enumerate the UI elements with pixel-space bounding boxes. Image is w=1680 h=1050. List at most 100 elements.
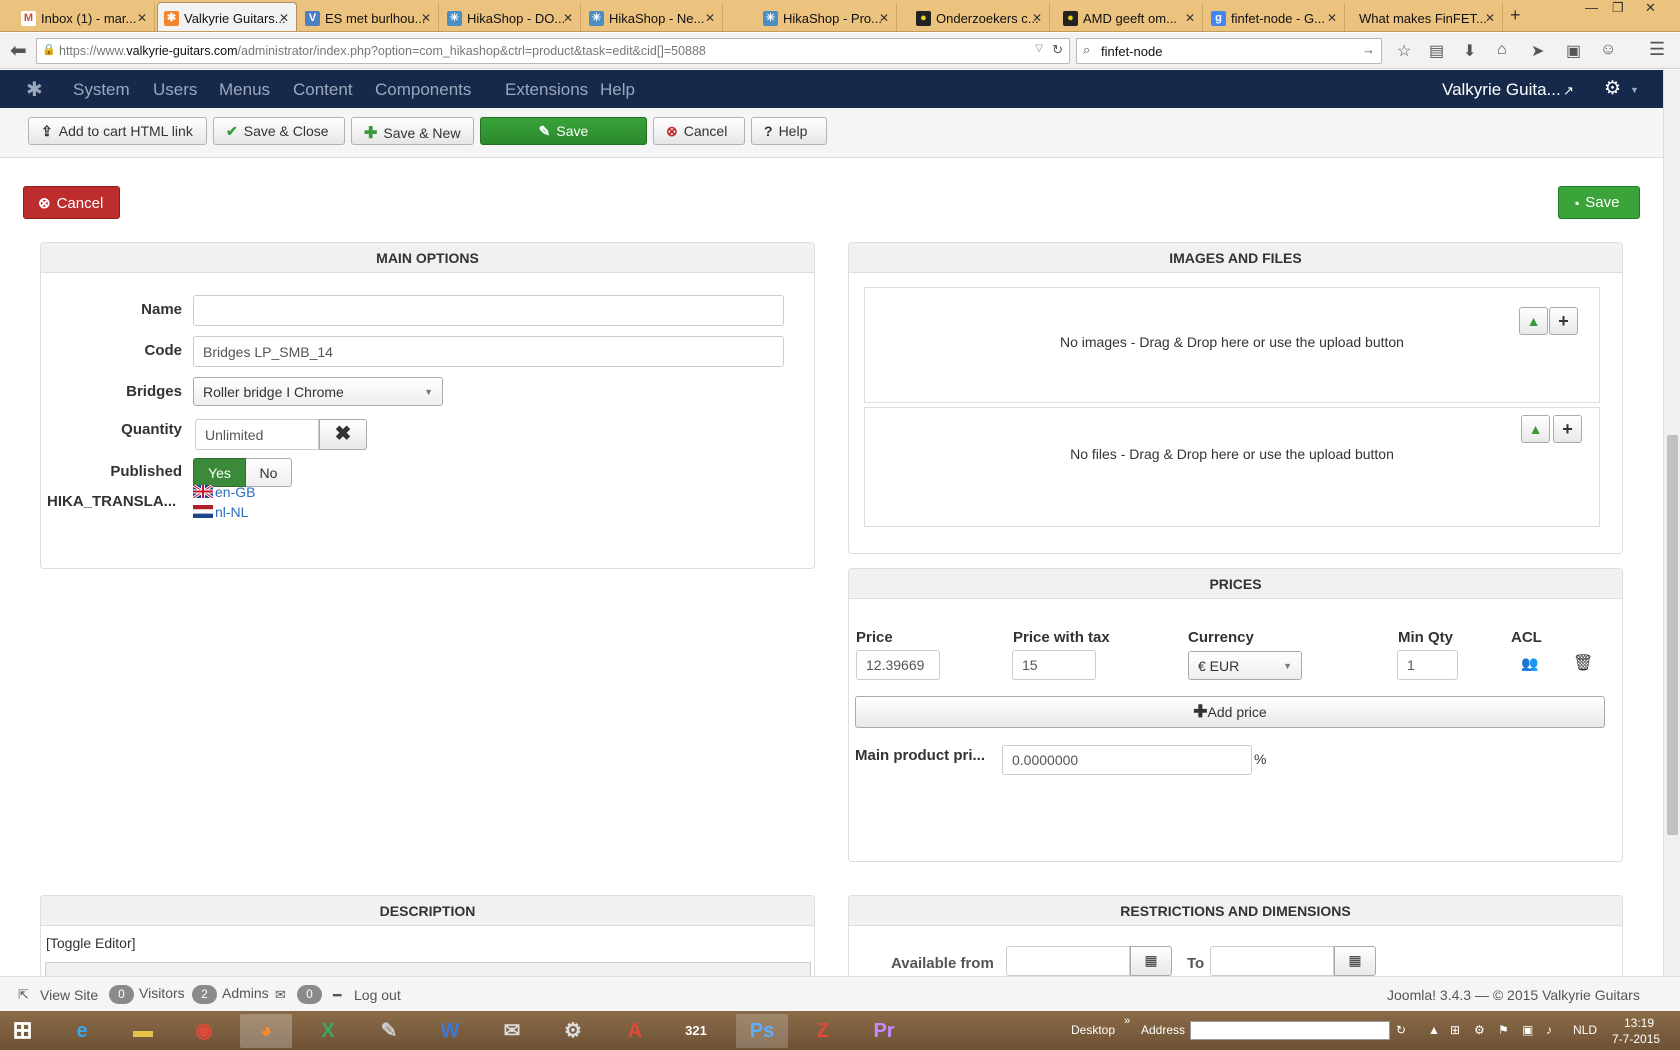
filezilla-icon[interactable]: Z <box>797 1014 849 1048</box>
upload-file-button[interactable]: ▲ <box>1521 415 1550 443</box>
tab-google-finfet[interactable]: g finfet-node - G... ✕ <box>1205 3 1345 31</box>
add-image-button[interactable]: + <box>1549 307 1578 335</box>
close-tab-icon[interactable]: ✕ <box>1485 11 1495 25</box>
bookmark-star-icon[interactable]: ☆ <box>1397 41 1411 61</box>
menu-menus[interactable]: Menus <box>219 80 270 100</box>
show-hidden-icons[interactable]: ▲ <box>1428 1023 1440 1037</box>
reload-icon[interactable]: ↻ <box>1052 42 1063 58</box>
download-icon[interactable]: ⬇ <box>1463 41 1476 61</box>
page-scrollbar[interactable] <box>1663 70 1680 976</box>
tray-gear-icon[interactable]: ⚙ <box>1474 1023 1485 1037</box>
menu-content[interactable]: Content <box>293 80 353 100</box>
send-icon[interactable]: ➤ <box>1531 41 1544 61</box>
new-tab-icon[interactable]: + <box>1510 5 1521 26</box>
files-dropzone[interactable]: No files - Drag & Drop here or use the u… <box>864 407 1600 527</box>
close-window-icon[interactable]: ✕ <box>1645 0 1656 16</box>
media-player-icon[interactable]: 321 <box>670 1014 722 1048</box>
tab-valkyrie-admin[interactable]: ✱ Valkyrie Guitars... ✕ <box>157 2 297 31</box>
logout-link[interactable]: Log out <box>354 987 401 1003</box>
file-explorer-icon[interactable]: ▬ <box>117 1014 169 1048</box>
pocket-icon[interactable]: ▣ <box>1566 41 1581 61</box>
published-no-toggle[interactable]: No <box>246 458 292 487</box>
steam-icon[interactable]: ⚙ <box>547 1014 599 1048</box>
minimize-icon[interactable]: — <box>1585 0 1598 15</box>
joomla-logo-icon[interactable]: ✱ <box>26 77 43 102</box>
save-close-button[interactable]: ✔ Save & Close <box>213 117 345 145</box>
close-tab-icon[interactable]: ✕ <box>563 11 573 25</box>
restore-icon[interactable]: ❐ <box>1612 0 1624 16</box>
clock-time[interactable]: 13:19 <box>1624 1016 1654 1030</box>
bridges-select[interactable]: Roller bridge I Chrome ▼ <box>193 377 443 406</box>
name-input[interactable] <box>193 295 784 326</box>
add-price-button[interactable]: ✚Add price <box>855 696 1605 728</box>
search-input[interactable]: ⌕ finfet-node → <box>1076 38 1382 64</box>
pen-tool-icon[interactable]: ✎ <box>363 1014 415 1048</box>
tab-finfet-article[interactable]: What makes FinFET... ✕ <box>1347 3 1503 31</box>
tab-hikashop-do[interactable]: ✳ HikaShop - DO... ✕ <box>441 3 581 31</box>
menu-extensions[interactable]: Extensions <box>505 80 588 100</box>
internet-explorer-icon[interactable]: e <box>56 1014 108 1048</box>
chat-icon[interactable]: ☺ <box>1600 41 1616 59</box>
messages-status[interactable]: 0 <box>297 985 327 1004</box>
go-arrow-icon[interactable]: → <box>1362 42 1375 57</box>
tab-es-burlhout[interactable]: V ES met burlhou... ✕ <box>299 3 439 31</box>
close-tab-icon[interactable]: ✕ <box>1185 11 1195 25</box>
users-acl-icon[interactable]: 👥 <box>1521 655 1538 672</box>
close-tab-icon[interactable]: ✕ <box>137 11 147 25</box>
editor-toolbar[interactable] <box>45 962 811 976</box>
cancel-button[interactable]: ⊗ Cancel <box>653 117 745 145</box>
quantity-input[interactable]: Unlimited <box>195 419 319 450</box>
tab-amd[interactable]: ● AMD geeft om... ✕ <box>1057 3 1203 31</box>
translation-nl-nl-link[interactable]: nl-NL <box>193 504 248 520</box>
code-input[interactable]: Bridges LP_SMB_14 <box>193 336 784 367</box>
scrollbar-thumb[interactable] <box>1667 435 1678 835</box>
menu-help[interactable]: Help <box>600 80 635 100</box>
view-site-link[interactable]: View Site <box>40 987 98 1003</box>
menu-system[interactable]: System <box>73 80 130 100</box>
add-file-button[interactable]: + <box>1553 415 1582 443</box>
flag-icon[interactable]: ⚑ <box>1498 1023 1509 1037</box>
published-yes-toggle[interactable]: Yes <box>193 458 246 487</box>
menu-users[interactable]: Users <box>153 80 197 100</box>
dropdown-arrow-icon[interactable]: ▽ <box>1035 43 1043 54</box>
min-qty-input[interactable]: 1 <box>1397 650 1458 680</box>
currency-select[interactable]: € EUR ▼ <box>1188 651 1302 680</box>
chrome-icon[interactable]: ◉ <box>178 1014 230 1048</box>
refresh-icon[interactable]: ↻ <box>1396 1023 1406 1037</box>
calendar-from-button[interactable]: ▦ <box>1130 946 1172 976</box>
close-tab-icon[interactable]: ✕ <box>879 11 889 25</box>
close-tab-icon[interactable]: ✕ <box>279 11 289 25</box>
word-icon[interactable]: W <box>424 1014 476 1048</box>
close-tab-icon[interactable]: ✕ <box>1327 11 1337 25</box>
tab-hikashop-ne[interactable]: ✳ HikaShop - Ne... ✕ <box>583 3 723 31</box>
price-with-tax-input[interactable]: 15 <box>1012 650 1096 680</box>
gear-icon[interactable]: ⚙ <box>1604 77 1621 100</box>
save-new-button[interactable]: ✚ Save & New <box>351 117 474 145</box>
thunderbird-icon[interactable]: ✉ <box>486 1014 538 1048</box>
home-icon[interactable]: ⌂ <box>1497 41 1507 59</box>
clock-date[interactable]: 7-7-2015 <box>1612 1032 1660 1046</box>
windows-start-icon[interactable]: ⊞ <box>0 1014 45 1048</box>
close-tab-icon[interactable]: ✕ <box>705 11 715 25</box>
form-save-button[interactable]: ▪ Save <box>1558 186 1640 219</box>
language-indicator[interactable]: NLD <box>1573 1023 1597 1037</box>
upload-image-button[interactable]: ▲ <box>1519 307 1548 335</box>
available-to-input[interactable] <box>1210 946 1334 976</box>
acrobat-icon[interactable]: A <box>609 1014 661 1048</box>
back-icon[interactable]: ⬅ <box>10 38 27 63</box>
photoshop-icon[interactable]: Ps <box>736 1014 788 1048</box>
reading-list-icon[interactable]: ▤ <box>1429 41 1444 61</box>
price-input[interactable]: 12.39669 <box>856 650 940 680</box>
tab-onderzoekers[interactable]: ● Onderzoekers c... ✕ <box>910 3 1050 31</box>
network-icon[interactable]: ▣ <box>1522 1023 1533 1037</box>
taskbar-address-input[interactable] <box>1190 1021 1390 1040</box>
close-tab-icon[interactable]: ✕ <box>1032 11 1042 25</box>
images-dropzone[interactable]: No images - Drag & Drop here or use the … <box>864 287 1600 403</box>
excel-icon[interactable]: X <box>302 1014 354 1048</box>
menu-icon[interactable]: ☰ <box>1649 39 1665 60</box>
tab-gmail[interactable]: M Inbox (1) - mar... ✕ <box>15 3 155 31</box>
url-bar[interactable]: 🔒 https://www.valkyrie-guitars.com/admin… <box>36 38 1070 64</box>
available-from-input[interactable] <box>1006 946 1130 976</box>
translation-en-gb-link[interactable]: en-GB <box>193 484 255 500</box>
main-product-price-input[interactable]: 0.0000000 <box>1002 745 1252 775</box>
